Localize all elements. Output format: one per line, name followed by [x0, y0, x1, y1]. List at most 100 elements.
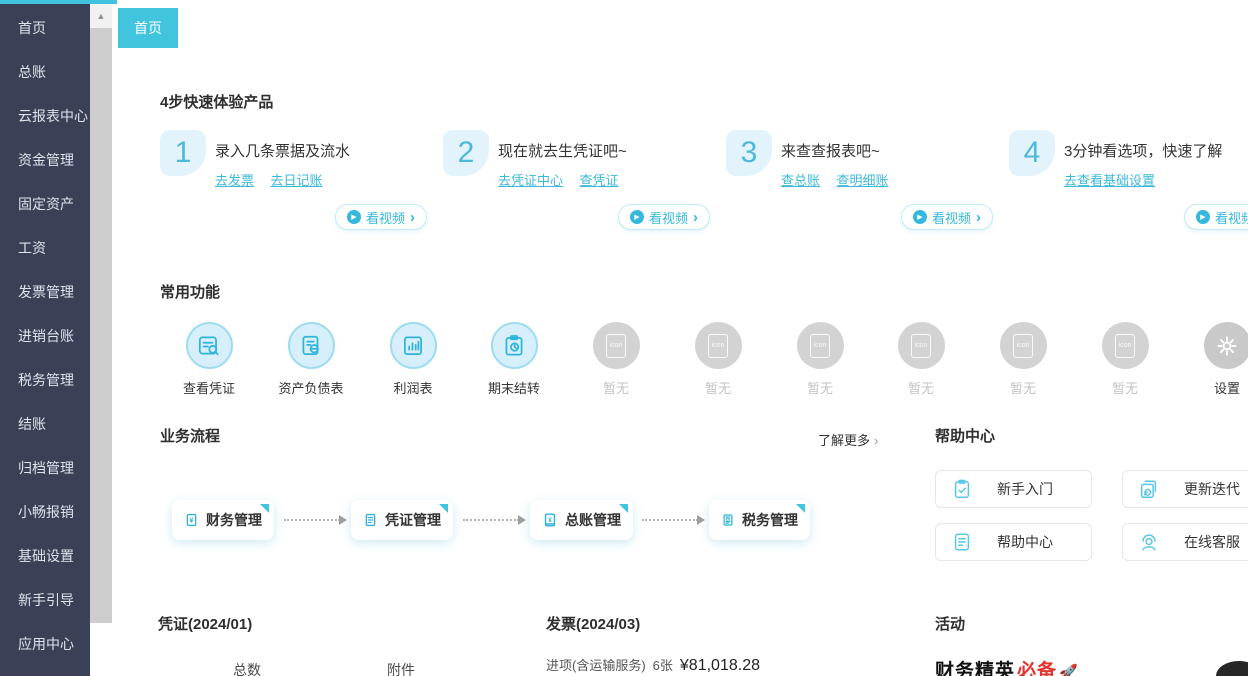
sidebar-item-app-center[interactable]: 应用中心 [0, 622, 90, 666]
watch-video-button-1[interactable]: ▶ 看视频 › [335, 204, 428, 230]
workflow-node-tax[interactable]: 税 税务管理 [709, 500, 810, 540]
help-btn-help-docs[interactable]: 帮助中心 [935, 523, 1092, 561]
help-btn-beginner[interactable]: 新手入门 [935, 470, 1092, 508]
watch-video-button-2[interactable]: ▶ 看视频 › [618, 204, 711, 230]
workflow-node-voucher[interactable]: 凭证管理 [351, 500, 453, 540]
cf-item-profit-report[interactable]: 利润表 [365, 322, 461, 397]
beginner-guide-icon [951, 478, 973, 500]
workflow-node-ledger[interactable]: ¥ 总账管理 [530, 500, 633, 540]
sidebar-item-basic-settings[interactable]: 基础设置 [0, 534, 90, 578]
help-docs-icon [951, 531, 973, 553]
cf-label: 暂无 [1111, 381, 1138, 396]
sidebar-item-purchase-sales[interactable]: 进销台账 [0, 314, 90, 358]
activity-title: 活动 [935, 616, 966, 633]
corner-fold-icon [260, 504, 269, 513]
step-2: 2 现在就去生凭证吧~ 去凭证中心 查凭证 ▶ 看视频 › [443, 128, 726, 238]
link-view-detail-ledger[interactable]: 查明细账 [836, 173, 888, 188]
help-btn-label: 帮助中心 [997, 534, 1053, 550]
svg-text:税: 税 [726, 515, 731, 522]
sidebar-item-funds[interactable]: 资金管理 [0, 138, 90, 182]
sidebar: 首页 总账 云报表中心 资金管理 固定资产 工资 发票管理 进销台账 税务管理 … [0, 0, 90, 676]
sidebar-item-tax-mgmt[interactable]: 税务管理 [0, 358, 90, 402]
voucher-col-total: 总数 [233, 662, 261, 676]
link-view-voucher[interactable]: 查凭证 [579, 173, 618, 188]
learn-more-link[interactable]: 了解更多 › [818, 430, 878, 449]
step-4-number: 4 [1009, 130, 1055, 176]
sidebar-item-invoice-mgmt[interactable]: 发票管理 [0, 270, 90, 314]
link-go-journal[interactable]: 去日记账 [270, 173, 322, 188]
sidebar-item-archive[interactable]: 归档管理 [0, 446, 90, 490]
sidebar-item-closing[interactable]: 结账 [0, 402, 90, 446]
watch-video-label: 看视频 [366, 210, 406, 226]
profit-report-icon [389, 322, 437, 369]
step-2-number: 2 [443, 130, 489, 176]
step-2-title: 现在就去生凭证吧~ [498, 143, 627, 160]
watch-video-button-3[interactable]: ▶ 看视频 › [901, 204, 994, 230]
svg-text:¥: ¥ [190, 517, 194, 525]
sidebar-item-expense[interactable]: 小畅报销 [0, 490, 90, 534]
balance-sheet-icon [287, 322, 335, 369]
workflow-title: 业务流程 [160, 428, 221, 445]
cf-label: 暂无 [602, 381, 629, 396]
sidebar-item-cloud-reports[interactable]: 云报表中心 [0, 94, 90, 138]
step-1-number: 1 [160, 130, 206, 176]
sidebar-scrollbar[interactable]: ▲ [90, 4, 112, 623]
chevron-right-icon: › [874, 433, 879, 448]
scroll-up-icon[interactable]: ▲ [90, 4, 112, 28]
sidebar-item-fixed-assets[interactable]: 固定资产 [0, 182, 90, 226]
tax-icon: 税 [723, 514, 733, 526]
cf-item-balance-sheet[interactable]: 资产负债表 [263, 322, 359, 397]
cf-item-empty-5: icon 暂无 [975, 322, 1071, 397]
cf-label: 暂无 [907, 381, 934, 396]
watch-video-button-4[interactable]: ▶ 看视频 › [1184, 204, 1248, 230]
link-go-invoice[interactable]: 去发票 [215, 173, 254, 188]
workflow-node-label: 凭证管理 [385, 512, 441, 528]
scrollbar-thumb[interactable] [90, 28, 112, 623]
chevron-right-icon: › [693, 208, 699, 226]
finance-icon: ¥ [186, 513, 197, 527]
cf-item-period-end[interactable]: 期末结转 [466, 322, 562, 397]
help-btn-online-support[interactable]: 在线客服 [1122, 523, 1248, 561]
help-btn-label: 在线客服 [1184, 534, 1240, 550]
corner-fold-icon [619, 504, 628, 513]
cf-label: 暂无 [806, 381, 833, 396]
banner-highlight-text: 必备 [1017, 661, 1058, 676]
chevron-right-icon: › [976, 208, 982, 226]
sidebar-item-home[interactable]: 首页 [0, 6, 90, 50]
activity-banner[interactable]: 财务精英 必备 🚀 [935, 656, 1078, 676]
tab-home[interactable]: 首页 [118, 8, 178, 48]
step-1: 1 录入几条票据及流水 去发票 去日记账 ▶ 看视频 › [160, 128, 443, 238]
placeholder-icon: icon [999, 322, 1047, 369]
link-voucher-center[interactable]: 去凭证中心 [498, 173, 563, 188]
watch-video-label: 看视频 [1215, 210, 1248, 226]
top-accent-strip [0, 0, 117, 4]
cf-item-view-voucher[interactable]: 查看凭证 [161, 322, 257, 397]
chevron-right-icon: › [410, 208, 416, 226]
placeholder-icon: icon [1101, 322, 1149, 369]
voucher-search-icon [185, 322, 233, 369]
help-btn-updates[interactable]: 更新迭代 [1122, 470, 1248, 508]
cf-label: 设置 [1213, 381, 1240, 396]
link-basic-settings[interactable]: 去查看基础设置 [1064, 173, 1155, 188]
link-view-general-ledger[interactable]: 查总账 [781, 173, 820, 188]
invoice-input-row: 进项(含运输服务) 6张 ¥81,018.28 [546, 655, 760, 675]
voucher-col-attachment: 附件 [387, 662, 415, 676]
cf-label: 查看凭证 [182, 381, 235, 396]
play-icon: ▶ [347, 210, 361, 224]
cf-item-empty-4: icon 暂无 [873, 322, 969, 397]
help-btn-label: 更新迭代 [1184, 481, 1240, 497]
sidebar-item-payroll[interactable]: 工资 [0, 226, 90, 270]
sidebar-item-beginner-guide[interactable]: 新手引导 [0, 578, 90, 622]
period-end-icon [490, 322, 538, 369]
workflow-node-finance[interactable]: ¥ 财务管理 [172, 500, 274, 540]
cf-item-empty-1: icon 暂无 [568, 322, 664, 397]
sidebar-item-general-ledger[interactable]: 总账 [0, 50, 90, 94]
updates-icon [1138, 478, 1160, 500]
workflow-node-label: 税务管理 [742, 512, 798, 528]
app-window: 首页 总账 云报表中心 资金管理 固定资产 工资 发票管理 进销台账 税务管理 … [0, 0, 1248, 676]
invoice-amount: ¥81,018.28 [679, 657, 760, 674]
corner-fold-icon [439, 504, 448, 513]
steps-section-title: 4步快速体验产品 [160, 94, 274, 111]
cf-item-settings[interactable]: 设置 [1179, 322, 1248, 397]
step-4-title: 3分钟看选项，快速了解 [1064, 143, 1223, 160]
